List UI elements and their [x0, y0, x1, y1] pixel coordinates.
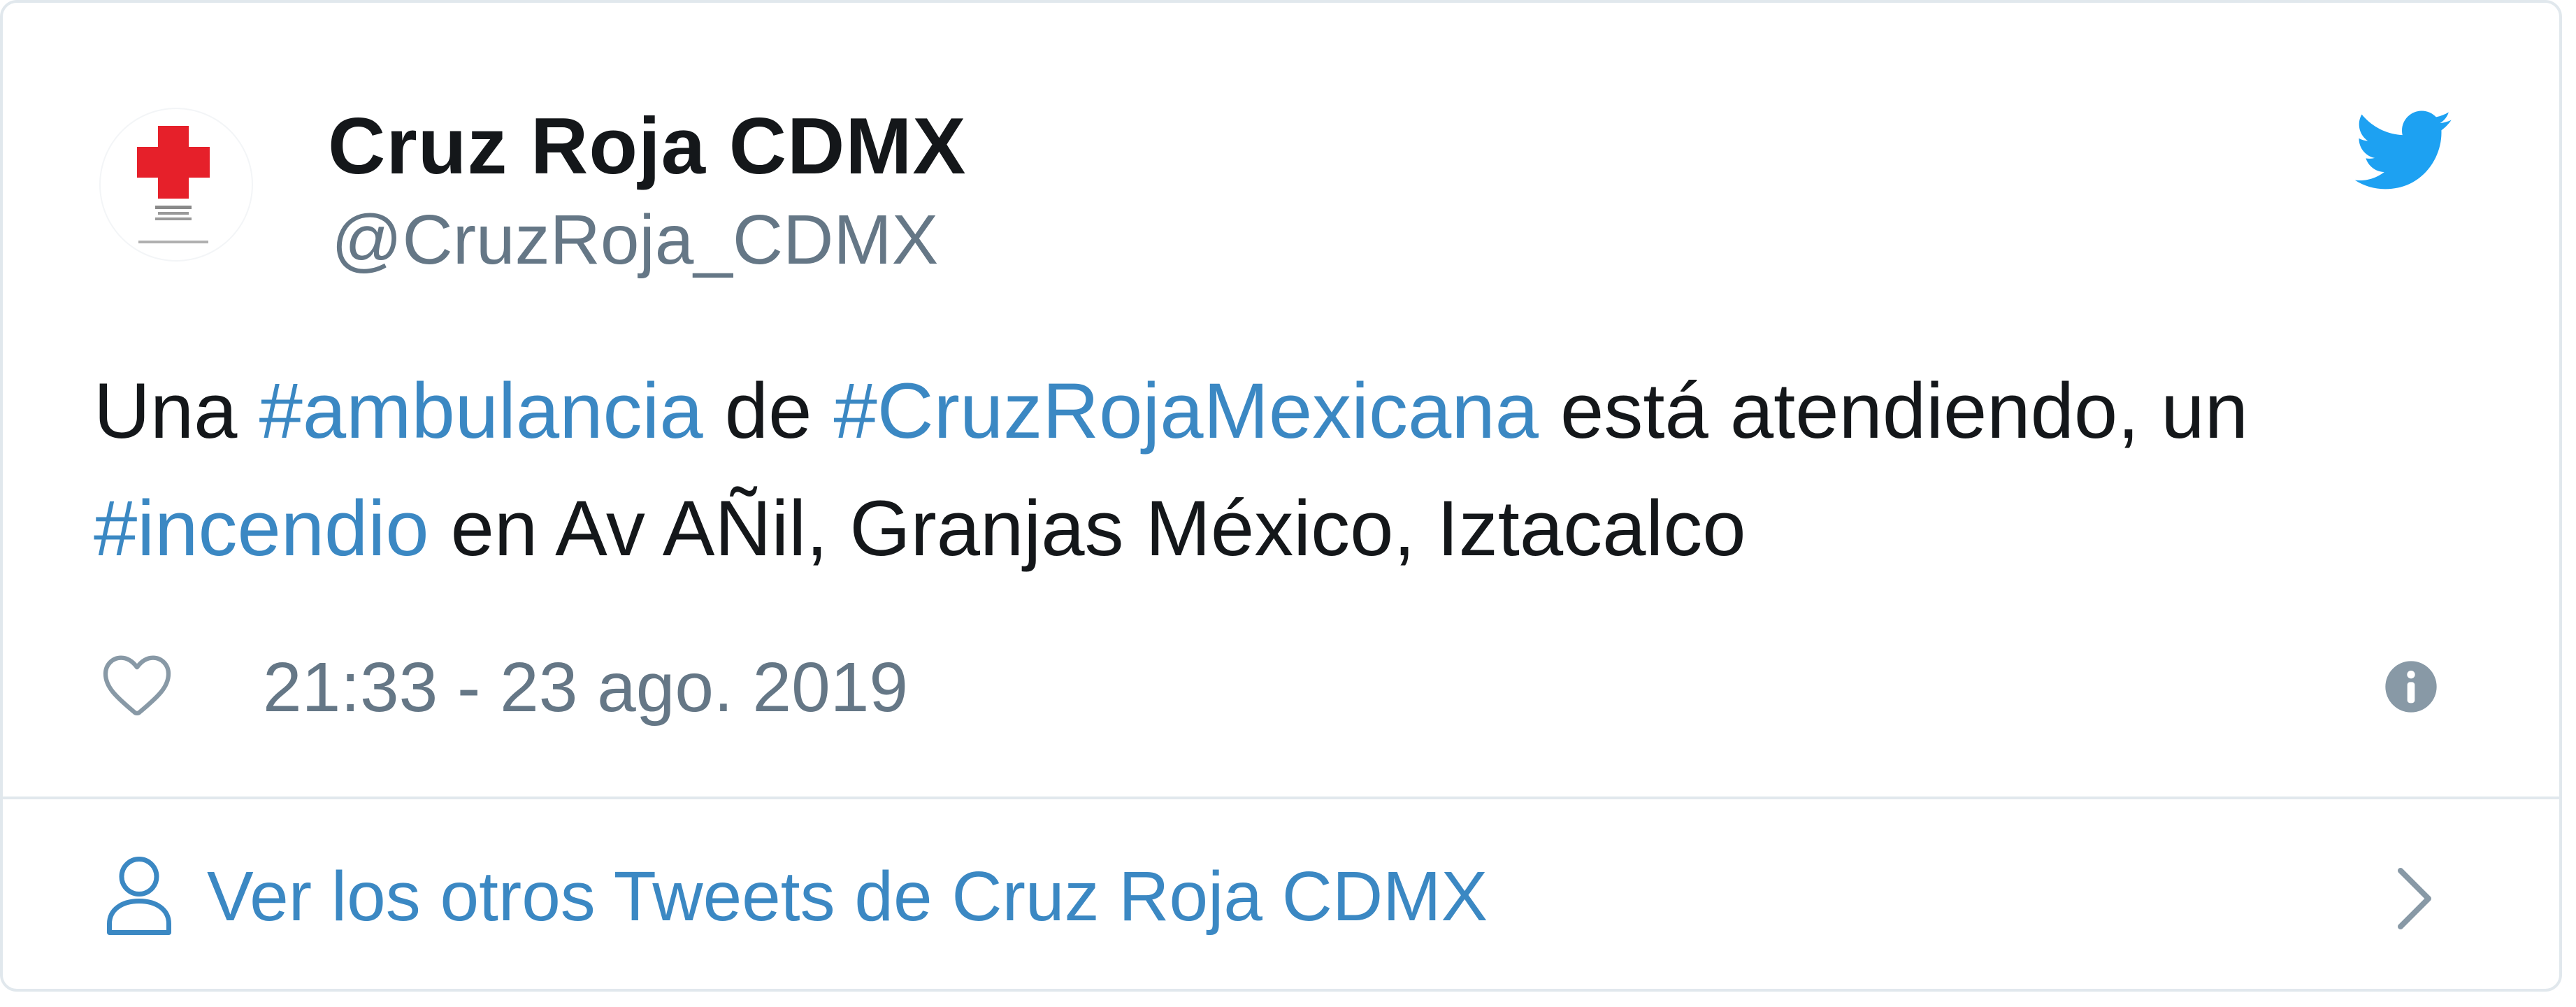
heart-icon[interactable]: [99, 646, 175, 722]
chevron-right-icon[interactable]: [2394, 864, 2435, 934]
tweet-timestamp[interactable]: 21:33 - 23 ago. 2019: [263, 648, 908, 728]
hashtag-link[interactable]: #incendio: [94, 485, 429, 572]
more-tweets-label[interactable]: Ver los otros Tweets de Cruz Roja CDMX: [207, 857, 1488, 937]
tweet-text-segment: está atendiendo, un: [1538, 367, 2248, 455]
display-name[interactable]: Cruz Roja CDMX: [328, 101, 966, 192]
tweet-text-segment: Una: [94, 367, 259, 455]
tweet-header: Cruz Roja CDMX @CruzRoja_CDMX: [3, 3, 2559, 303]
tweet-text-segment: en Av AÑil, Granjas México, Iztacalco: [429, 485, 1746, 572]
info-icon[interactable]: [2383, 659, 2439, 715]
more-tweets-link[interactable]: Ver los otros Tweets de Cruz Roja CDMX: [3, 799, 2559, 989]
person-icon: [107, 857, 171, 935]
tweet-text: Una #ambulancia de #CruzRojaMexicana est…: [94, 352, 2470, 587]
tweet-meta: 21:33 - 23 ago. 2019: [3, 632, 2559, 751]
avatar[interactable]: [99, 108, 253, 262]
user-handle[interactable]: @CruzRoja_CDMX: [331, 200, 938, 280]
twitter-bird-icon[interactable]: [2355, 109, 2453, 193]
tweet-card: Cruz Roja CDMX @CruzRoja_CDMX Una #ambul…: [0, 0, 2562, 992]
tweet-text-segment: de: [703, 367, 834, 455]
hashtag-link[interactable]: #CruzRojaMexicana: [833, 367, 1538, 455]
hashtag-link[interactable]: #ambulancia: [259, 367, 703, 455]
red-cross-logo-icon: [137, 126, 210, 243]
